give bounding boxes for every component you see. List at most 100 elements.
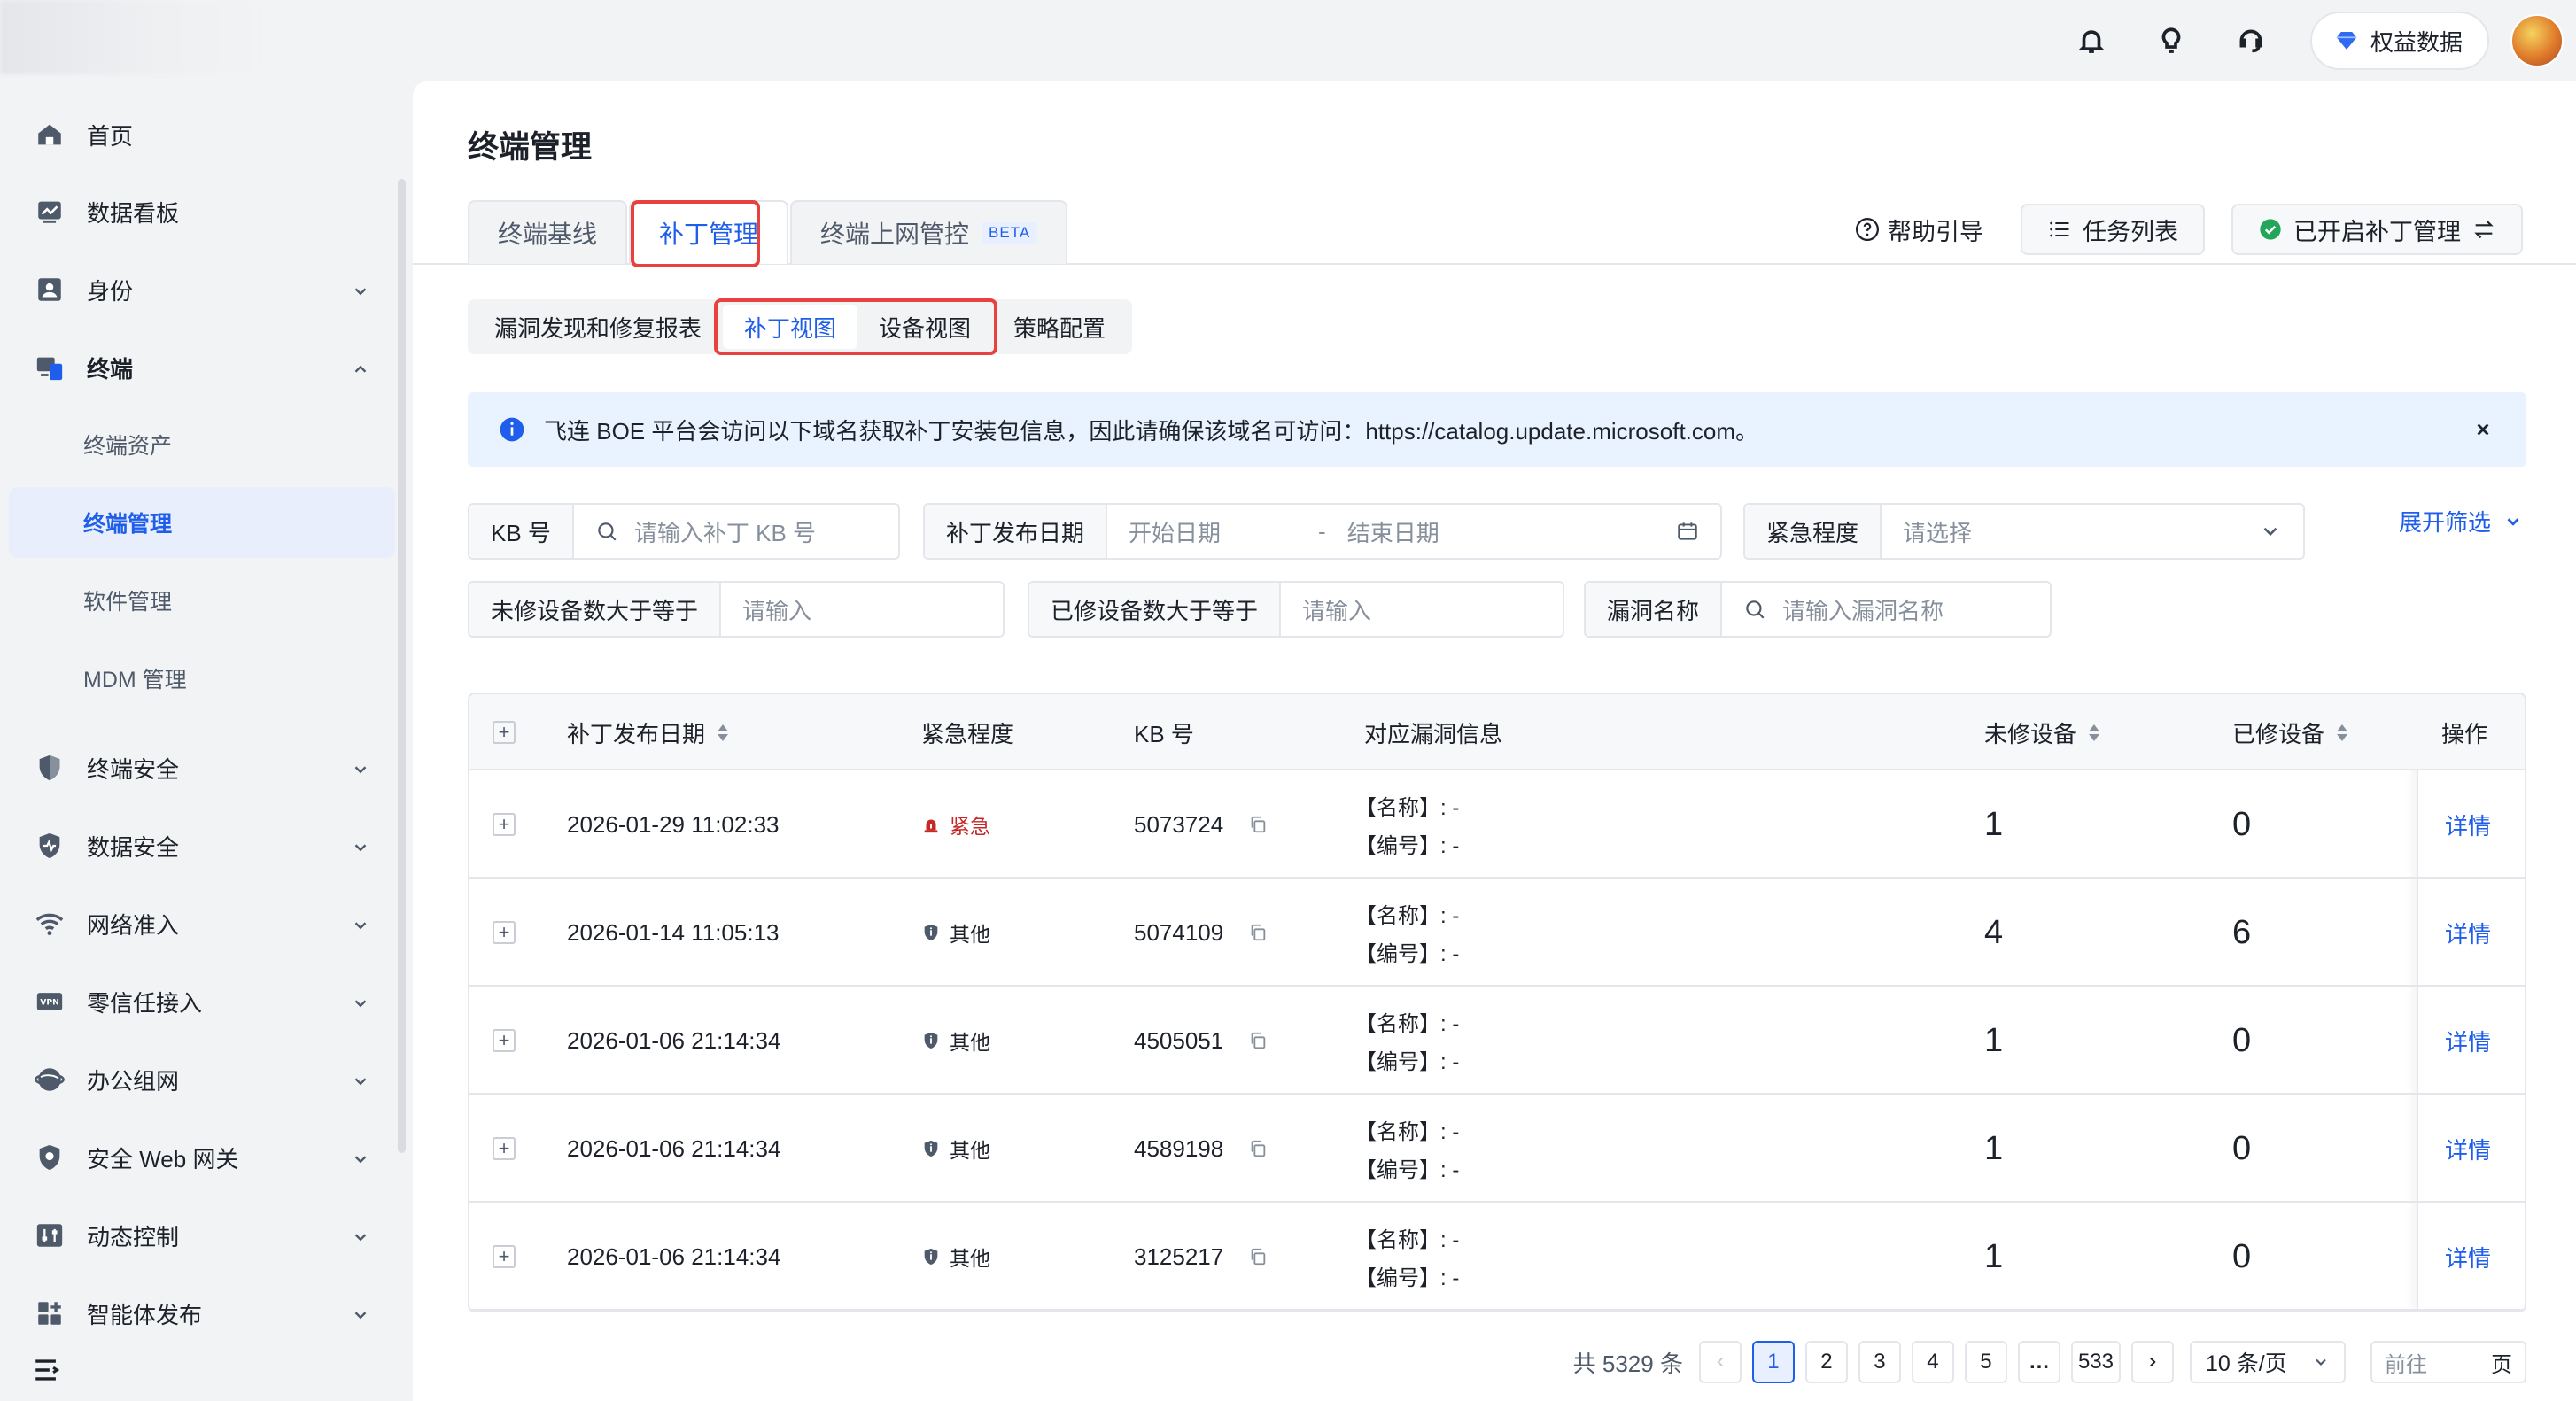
sidebar-subitem-terminal-management[interactable]: 终端管理 (9, 487, 395, 558)
unfixed-count-label: 未修设备数大于等于 (469, 583, 722, 636)
page-button[interactable]: 1 (1751, 1341, 1795, 1383)
expand-all-button[interactable]: + (493, 694, 516, 770)
sidebar-subitem-mdm-management[interactable]: MDM 管理 (9, 643, 395, 714)
sort-icon[interactable] (718, 724, 729, 741)
sidebar-item-terminal[interactable]: 终端 (9, 332, 395, 403)
goto-page-input[interactable]: 前往 页 (2370, 1341, 2526, 1383)
apps-icon (34, 1297, 66, 1329)
sidebar-item-label: 软件管理 (83, 590, 173, 615)
sidebar-item-terminal-security[interactable]: 终端安全 (9, 732, 395, 803)
unfixed-count-input[interactable]: 请输入 (721, 583, 1003, 636)
fixed-count-input[interactable]: 请输入 (1281, 583, 1563, 636)
sidebar-item-network-access[interactable]: 网络准入 (9, 888, 395, 959)
fixed-count-placeholder: 请输入 (1302, 597, 1372, 624)
rights-data-button[interactable]: 权益数据 (2309, 12, 2489, 70)
plus-icon: + (493, 1137, 516, 1160)
expand-row-button[interactable]: + (493, 1203, 516, 1311)
vuln-info-cell: 【名称】: - 【编号】: - (1355, 1095, 1459, 1203)
sidebar-item-home[interactable]: 首页 (9, 99, 395, 170)
collapse-menu-icon[interactable] (32, 1355, 62, 1385)
patch-management-toggle-button[interactable]: 已开启补丁管理 (2231, 204, 2523, 255)
page-button[interactable]: 4 (1911, 1341, 1954, 1383)
expand-row-button[interactable]: + (493, 770, 516, 879)
kb-search-input[interactable]: 请输入补丁 KB 号 (574, 505, 898, 558)
copy-icon[interactable] (1248, 1247, 1268, 1266)
plus-icon: + (493, 921, 516, 944)
urgency-select[interactable]: 请选择 (1882, 505, 2303, 558)
gateway-shield-icon (34, 1142, 66, 1173)
rights-data-label: 权益数据 (2370, 28, 2463, 56)
copy-icon[interactable] (1248, 1031, 1268, 1050)
sidebar-item-label: 终端资产 (83, 434, 173, 459)
column-header-urgency: 紧急程度 (921, 694, 1013, 770)
task-list-button[interactable]: 任务列表 (2021, 204, 2205, 255)
page-ellipsis[interactable]: … (2017, 1341, 2060, 1383)
detail-link[interactable]: 详情 (2445, 770, 2491, 879)
bell-icon[interactable] (2052, 0, 2131, 81)
sidebar-item-label: 数据看板 (87, 199, 180, 227)
expand-filters-button[interactable]: 展开筛选 (2399, 505, 2523, 538)
column-header-unfixed[interactable]: 未修设备 (1984, 694, 2100, 770)
expand-row-button[interactable]: + (493, 879, 516, 987)
prev-page-button[interactable] (1698, 1341, 1742, 1383)
table-row[interactable]: +2026-01-06 21:14:34 其他 3125217 【名称】: - 【编号】… (469, 1203, 2525, 1311)
sort-icon[interactable] (2337, 724, 2348, 741)
sidebar-subitem-terminal-assets[interactable]: 终端资产 (9, 409, 395, 480)
table-row[interactable]: +2026-01-06 21:14:34 其他 4505051 【名称】: - 【编号】… (469, 987, 2525, 1095)
urgency-cell: 其他 (921, 1095, 990, 1203)
page-button[interactable]: 2 (1804, 1341, 1848, 1383)
sidebar-item-data-security[interactable]: 数据安全 (9, 810, 395, 881)
next-page-button[interactable] (2131, 1341, 2174, 1383)
expand-row-button[interactable]: + (493, 987, 516, 1095)
detail-link[interactable]: 详情 (2445, 879, 2491, 987)
sidebar-item-identity[interactable]: 身份 (9, 254, 395, 325)
sidebar-item-secure-web-gateway[interactable]: 安全 Web 网关 (9, 1122, 395, 1193)
tab-terminal-baseline[interactable]: 终端基线 (468, 200, 628, 264)
page-size-select[interactable]: 10 条/页 (2190, 1341, 2346, 1383)
chevron-left-icon (1717, 1357, 1723, 1367)
page-button[interactable]: 5 (1964, 1341, 2007, 1383)
vuln-info-cell: 【名称】: - 【编号】: - (1355, 987, 1459, 1095)
sort-icon[interactable] (2089, 724, 2100, 741)
sidebar-item-office-network[interactable]: 办公组网 (9, 1044, 395, 1115)
sidebar-item-agent-publish[interactable]: 智能体发布 (9, 1278, 395, 1349)
unfixed-count-cell: 4 (1984, 913, 2004, 951)
plus-icon: + (493, 721, 516, 744)
help-guide-link[interactable]: 帮助引导 (1854, 213, 1983, 247)
subtab-label: 策略配置 (1013, 314, 1106, 342)
sidebar-subitem-software-management[interactable]: 软件管理 (9, 565, 395, 636)
page-button[interactable]: 3 (1858, 1341, 1901, 1383)
lightbulb-icon[interactable] (2131, 0, 2211, 81)
subtab-policy-config[interactable]: 策略配置 (992, 305, 1127, 349)
table-row[interactable]: +2026-01-06 21:14:34 其他 4589198 【名称】: - 【编号】… (469, 1095, 2525, 1203)
home-icon (34, 119, 66, 151)
subtab-vuln-report[interactable]: 漏洞发现和修复报表 (473, 305, 723, 349)
detail-link[interactable]: 详情 (2445, 987, 2491, 1095)
date-range-picker[interactable]: 开始日期 - 结束日期 (1107, 505, 1720, 558)
copy-icon[interactable] (1248, 815, 1268, 834)
page-button[interactable]: 533 (2070, 1341, 2121, 1383)
vuln-name-input[interactable]: 请输入漏洞名称 (1722, 583, 2050, 636)
headset-icon[interactable] (2211, 0, 2291, 81)
sidebar-item-dynamic-control[interactable]: 动态控制 (9, 1200, 395, 1271)
user-avatar[interactable] (2510, 14, 2564, 67)
column-header-release-date[interactable]: 补丁发布日期 (567, 694, 729, 770)
vuln-id: 【编号】: - (1355, 1050, 1460, 1074)
urgency-tag: 其他 (921, 917, 990, 948)
sidebar-item-zero-trust[interactable]: VPN 零信任接入 (9, 966, 395, 1037)
table-row[interactable]: +2026-01-14 11:05:13 其他 5074109 【名称】: - 【编号】… (469, 879, 2525, 987)
expand-row-button[interactable]: + (493, 1095, 516, 1203)
tab-internet-control[interactable]: 终端上网管控 BETA (790, 200, 1068, 264)
sidebar-scrollbar[interactable] (398, 179, 406, 1153)
detail-link[interactable]: 详情 (2445, 1203, 2491, 1311)
copy-icon[interactable] (1248, 1139, 1268, 1158)
detail-link[interactable]: 详情 (2445, 1095, 2491, 1203)
close-icon[interactable] (2473, 420, 2493, 439)
column-header-fixed[interactable]: 已修设备 (2232, 694, 2348, 770)
tab-label: 终端基线 (498, 221, 598, 248)
release-date-cell: 2026-01-06 21:14:34 (567, 1242, 781, 1270)
copy-icon[interactable] (1248, 923, 1268, 942)
main-tabs: 终端基线 补丁管理 终端上网管控 BETA (468, 200, 1069, 264)
table-row[interactable]: +2026-01-29 11:02:33 紧急 5073724 【名称】: - 【编号】… (469, 770, 2525, 879)
sidebar-item-dashboard[interactable]: 数据看板 (9, 176, 395, 247)
